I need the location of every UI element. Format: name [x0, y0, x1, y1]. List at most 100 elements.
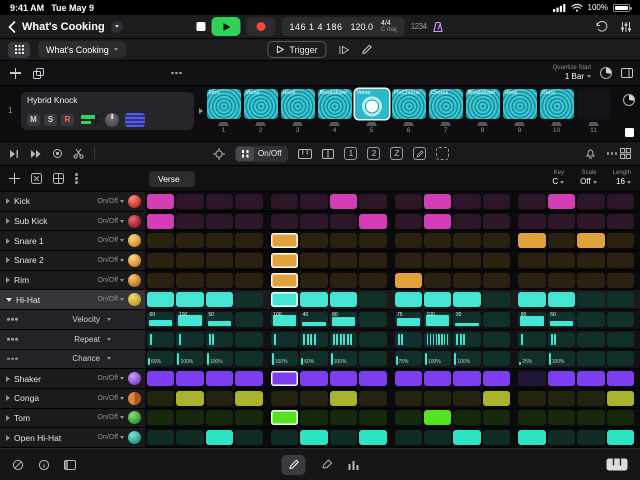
step-cell[interactable]	[176, 371, 203, 386]
step-cell[interactable]	[176, 214, 203, 229]
pencil-box-button[interactable]	[413, 147, 426, 160]
row-options-icon[interactable]	[7, 358, 10, 361]
step-cell[interactable]	[483, 371, 510, 386]
step-cell[interactable]: 60%	[300, 351, 327, 366]
step-cell[interactable]	[300, 194, 327, 209]
step-cell[interactable]	[395, 194, 422, 209]
step-cell[interactable]	[300, 253, 327, 268]
count-in-button[interactable]: 1234	[411, 22, 427, 31]
step-cell[interactable]: 100%	[548, 351, 575, 366]
step-cell[interactable]	[235, 194, 262, 209]
step-cell[interactable]	[483, 292, 510, 307]
step-cell[interactable]	[424, 233, 451, 248]
step-cell[interactable]	[548, 292, 575, 307]
step-cell[interactable]: 100	[176, 312, 203, 327]
step-cell[interactable]	[235, 332, 262, 347]
steps-tool-button[interactable]	[349, 459, 359, 470]
step-cell[interactable]	[235, 273, 262, 288]
scene-trigger-button[interactable]	[366, 122, 377, 126]
step-cell[interactable]	[359, 214, 386, 229]
row-header-repeat[interactable]: Repeat	[0, 330, 145, 349]
step-cell[interactable]	[300, 430, 327, 445]
scene-trigger-button[interactable]	[403, 122, 414, 126]
step-cell[interactable]	[147, 430, 174, 445]
step-cell[interactable]	[395, 391, 422, 406]
step-cell[interactable]	[483, 410, 510, 425]
step-cell[interactable]	[359, 194, 386, 209]
row-mode-selector[interactable]: On/Off	[98, 414, 125, 421]
step-cell[interactable]: 60	[147, 312, 174, 327]
scene-cell-hook[interactable]: Hook	[281, 89, 315, 119]
row-mode-selector[interactable]: On/Off	[98, 257, 125, 264]
grid-zoom-icon[interactable]	[620, 148, 631, 159]
step-cell[interactable]	[206, 430, 233, 445]
pencil-icon[interactable]	[362, 44, 373, 55]
step-cell[interactable]	[483, 351, 510, 366]
scene-trigger-button[interactable]	[255, 122, 266, 126]
disclosure-chevron[interactable]	[6, 395, 10, 401]
disclosure-chevron[interactable]	[6, 198, 10, 204]
step-cell[interactable]	[300, 214, 327, 229]
step-cell[interactable]	[607, 194, 634, 209]
step-cell[interactable]	[483, 194, 510, 209]
step-cell[interactable]	[359, 253, 386, 268]
step-cell[interactable]	[518, 391, 545, 406]
step-cell[interactable]	[607, 214, 634, 229]
step-cell[interactable]	[359, 391, 386, 406]
step-cell[interactable]	[176, 253, 203, 268]
add-row-button[interactable]	[9, 173, 20, 184]
step-cell[interactable]	[330, 371, 357, 386]
expand-track-chevron[interactable]	[199, 108, 203, 114]
step-cell[interactable]	[424, 214, 451, 229]
step-cell[interactable]	[395, 253, 422, 268]
step-cell[interactable]	[330, 332, 357, 347]
step-cell[interactable]	[235, 214, 262, 229]
step-cell[interactable]	[607, 253, 634, 268]
row-mode-selector[interactable]: On/Off	[98, 277, 125, 284]
disclosure-chevron[interactable]	[6, 415, 10, 421]
scene-cell-verse[interactable]: Verse	[244, 89, 278, 119]
step-cell[interactable]	[548, 194, 575, 209]
step-cell[interactable]	[548, 391, 575, 406]
step-cell[interactable]	[518, 233, 545, 248]
row-header-kick[interactable]: KickOn/Off	[0, 192, 145, 211]
step-cell[interactable]	[359, 371, 386, 386]
step-cell[interactable]	[206, 391, 233, 406]
length-control[interactable]: Length 16	[613, 170, 631, 187]
row-mode-selector[interactable]: On/Off	[98, 198, 125, 205]
scene-trigger-button[interactable]	[292, 122, 303, 126]
stop-all-button[interactable]	[625, 128, 634, 137]
step-cell[interactable]	[147, 332, 174, 347]
row-header-tom[interactable]: TomOn/Off	[0, 409, 145, 428]
row-options-icon[interactable]	[7, 338, 10, 341]
quantize-start-control[interactable]: Quantize Start 1 Bar	[553, 65, 591, 81]
step-cell[interactable]	[235, 312, 262, 327]
step-cell[interactable]	[330, 273, 357, 288]
step-cell[interactable]	[395, 410, 422, 425]
step-cell[interactable]	[577, 430, 604, 445]
disclosure-chevron[interactable]	[6, 257, 10, 263]
scene-trigger-button[interactable]	[329, 122, 340, 126]
row-header-velocity[interactable]: Velocity	[0, 310, 145, 329]
step-cell[interactable]	[607, 430, 634, 445]
step-cell[interactable]	[548, 253, 575, 268]
step-cell[interactable]	[577, 312, 604, 327]
step-cell[interactable]	[330, 430, 357, 445]
step-cell[interactable]	[300, 391, 327, 406]
step-cell[interactable]	[607, 273, 634, 288]
step-cell[interactable]: 100%	[453, 351, 480, 366]
step-cell[interactable]	[577, 253, 604, 268]
step-cell[interactable]	[577, 214, 604, 229]
step-cell[interactable]	[147, 273, 174, 288]
piano-keyboard-icon[interactable]	[606, 458, 628, 471]
step-cell[interactable]	[300, 273, 327, 288]
step-cell[interactable]	[206, 233, 233, 248]
step-cell[interactable]	[359, 410, 386, 425]
step-cell[interactable]	[607, 292, 634, 307]
skip-next-icon[interactable]	[9, 149, 20, 159]
step-cell[interactable]	[271, 273, 298, 288]
row-header-snare-1[interactable]: Snare 1On/Off	[0, 231, 145, 250]
step-cell[interactable]	[206, 194, 233, 209]
step-cell[interactable]	[176, 292, 203, 307]
add-track-button[interactable]	[10, 68, 21, 79]
